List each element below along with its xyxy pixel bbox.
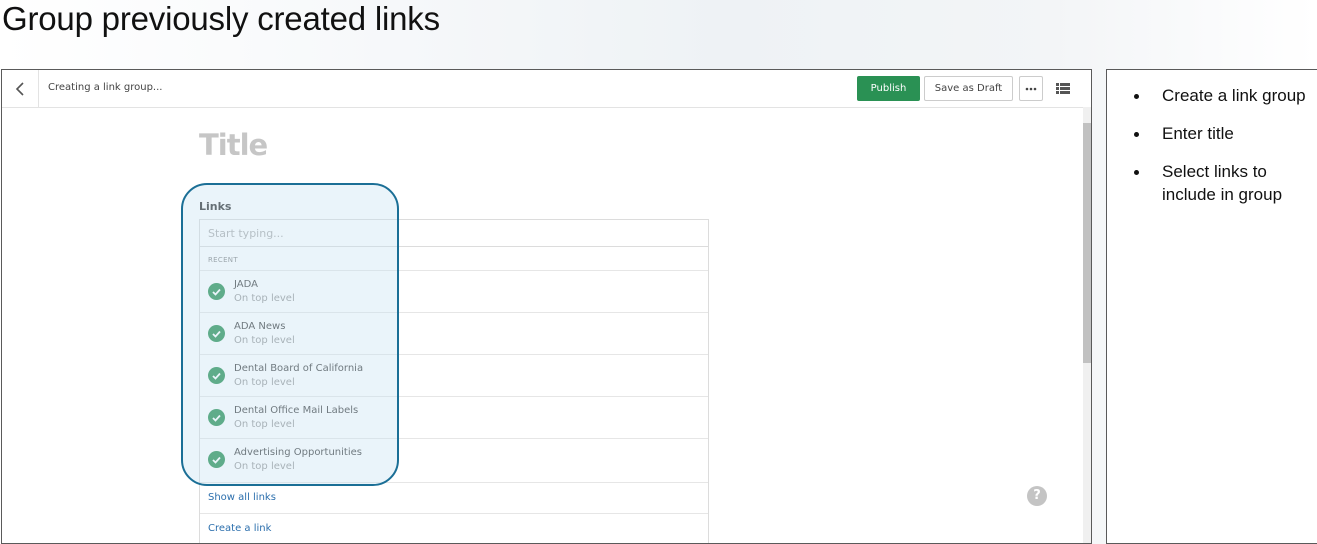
create-link-label: Create a link xyxy=(208,523,272,534)
checkmark-icon xyxy=(208,325,225,342)
list-view-button[interactable] xyxy=(1051,76,1075,101)
checkmark-icon xyxy=(208,367,225,384)
links-search-input[interactable] xyxy=(200,220,708,247)
item-name: Dental Office Mail Labels xyxy=(234,405,359,416)
item-location: On top level xyxy=(234,461,295,472)
notes-list: Create a link group Enter title Select l… xyxy=(1107,84,1317,221)
help-icon[interactable]: ? xyxy=(1027,486,1047,506)
list-icon xyxy=(1056,83,1070,94)
publish-button[interactable]: Publish xyxy=(857,76,920,101)
list-item[interactable]: Advertising Opportunities On top level xyxy=(200,438,708,480)
notes-panel: Create a link group Enter title Select l… xyxy=(1106,69,1317,544)
list-item[interactable]: Dental Office Mail Labels On top level xyxy=(200,396,708,438)
bullet-dot xyxy=(1134,170,1139,175)
title-field[interactable]: Title xyxy=(199,128,268,162)
back-button[interactable] xyxy=(2,70,39,107)
bullet-dot xyxy=(1134,94,1139,99)
editor-toolbar: Creating a link group... Publish Save as… xyxy=(2,70,1091,108)
links-label: Links xyxy=(199,200,232,213)
item-location: On top level xyxy=(234,293,295,304)
checkmark-icon xyxy=(208,451,225,468)
item-location: On top level xyxy=(234,419,295,430)
checkmark-icon xyxy=(208,409,225,426)
links-dropdown: RECENT JADA On top level ADA News On top… xyxy=(199,219,709,543)
chevron-left-icon xyxy=(15,81,24,96)
item-location: On top level xyxy=(234,335,295,346)
checkmark-icon xyxy=(208,283,225,300)
more-options-button[interactable] xyxy=(1019,76,1043,101)
show-all-links-link[interactable]: Show all links xyxy=(200,482,708,513)
item-name: Dental Board of California xyxy=(234,363,364,374)
item-name: ADA News xyxy=(234,321,286,332)
list-item[interactable]: JADA On top level xyxy=(200,270,708,312)
slide-title: Group previously created links xyxy=(2,0,440,37)
ellipsis-icon xyxy=(1025,87,1037,90)
note-text: Create a link group xyxy=(1162,86,1306,105)
create-link-link[interactable]: Create a link xyxy=(200,513,708,543)
scrollbar[interactable] xyxy=(1083,107,1091,543)
bullet-dot xyxy=(1134,132,1139,137)
breadcrumb: Creating a link group... xyxy=(48,82,163,93)
editor-window: Creating a link group... Publish Save as… xyxy=(1,69,1092,544)
item-name: JADA xyxy=(234,279,258,290)
item-location: On top level xyxy=(234,377,295,388)
show-all-links-label: Show all links xyxy=(208,492,276,503)
scrollbar-thumb[interactable] xyxy=(1083,123,1091,363)
recent-heading: RECENT xyxy=(208,256,238,264)
note-text: Select links to include in group xyxy=(1162,162,1283,204)
list-item[interactable]: ADA News On top level xyxy=(200,312,708,354)
note-bullet: Create a link group xyxy=(1107,84,1317,107)
note-text: Enter title xyxy=(1162,124,1234,143)
list-item[interactable]: Dental Board of California On top level xyxy=(200,354,708,396)
note-bullet: Enter title xyxy=(1107,122,1317,145)
item-name: Advertising Opportunities xyxy=(234,447,362,458)
save-as-draft-button[interactable]: Save as Draft xyxy=(924,76,1013,101)
note-bullet: Select links to include in group xyxy=(1107,160,1317,206)
